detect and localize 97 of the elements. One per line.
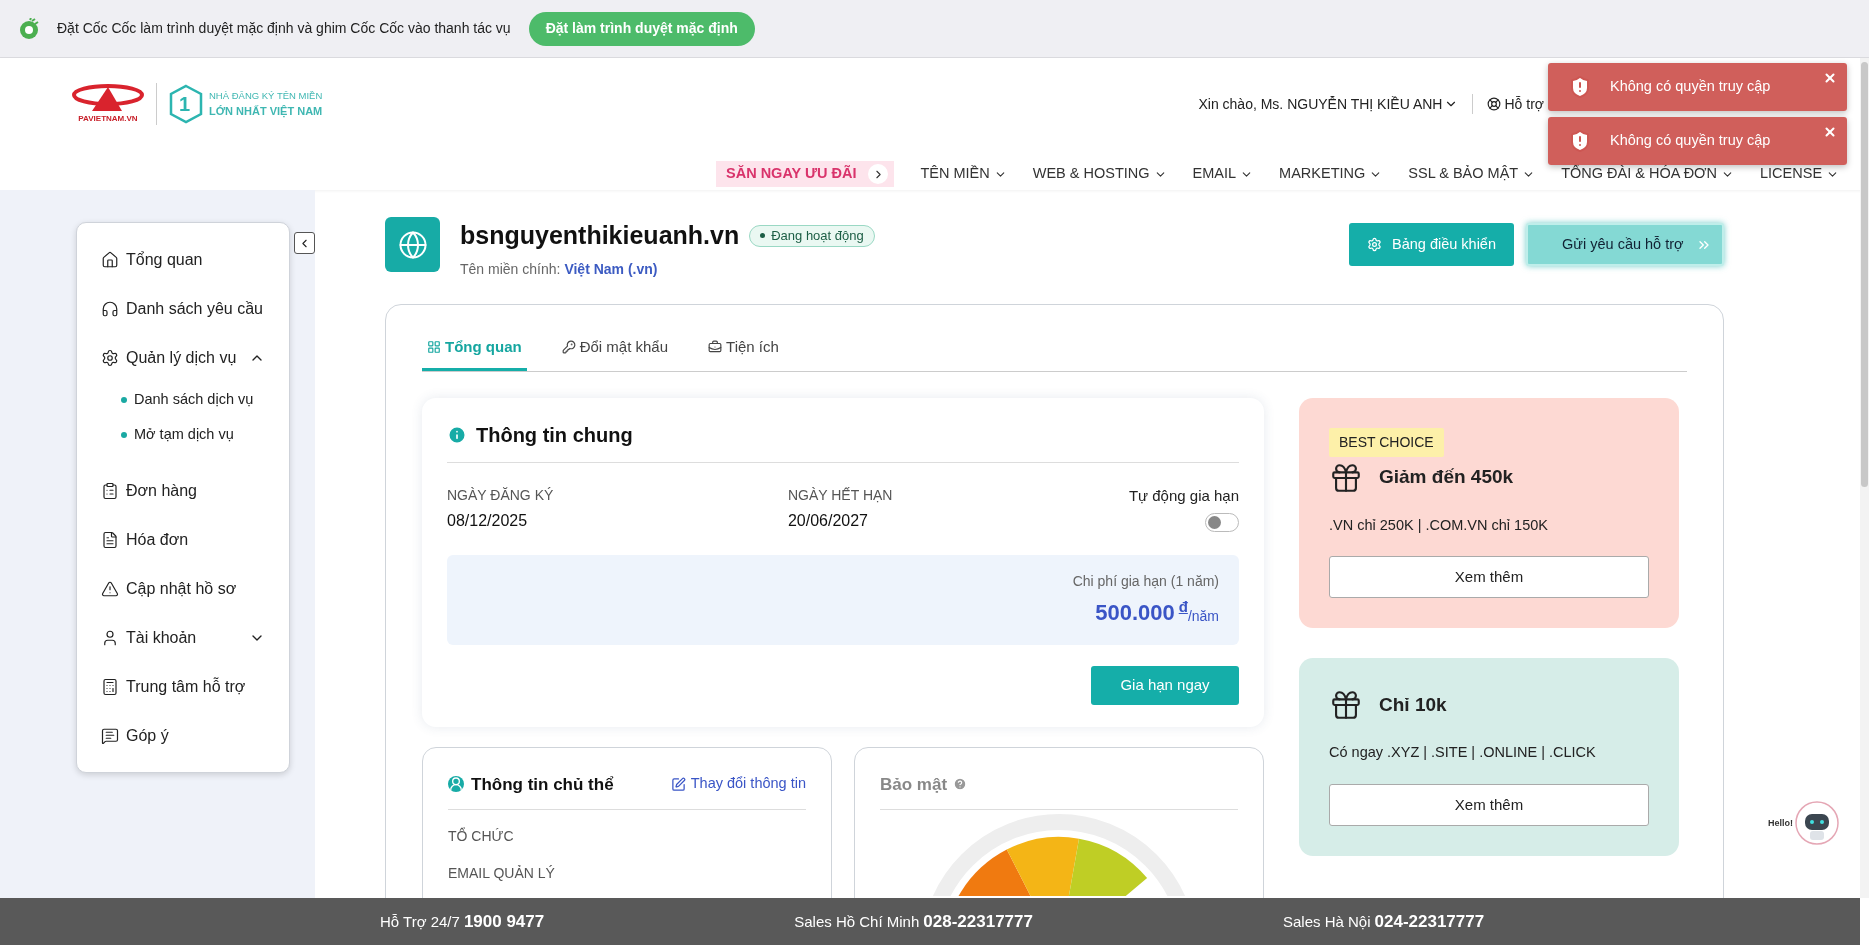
sidebar-item[interactable]: Đơn hàng <box>77 466 289 515</box>
shield-alert-icon <box>1568 129 1592 153</box>
subtitle-value: Việt Nam (.vn) <box>564 259 658 279</box>
collapse-button[interactable] <box>293 232 315 254</box>
close-icon[interactable] <box>1823 71 1837 85</box>
tab[interactable]: Đổi mật khẩu <box>556 326 674 371</box>
settings-icon <box>1367 237 1382 252</box>
document-icon <box>101 530 119 549</box>
see-more-button[interactable]: Xem thêm <box>1329 784 1649 826</box>
chatbot-label: Hello! <box>1768 817 1793 831</box>
auto-renew-switch[interactable] <box>1205 513 1239 532</box>
promo-description: Có ngay .XYZ | .SITE | .ONLINE | .CLICK <box>1329 743 1597 763</box>
shield-alert-icon <box>1568 75 1592 99</box>
banner-message: Đặt Cốc Cốc làm trình duyệt mặc định và ghim Cốc Cốc vào thanh tác vụ <box>57 19 511 38</box>
settings-icon <box>101 348 119 367</box>
sidebar-item[interactable]: Danh sách yêu cầu <box>77 284 289 333</box>
footer-phone: 028-22317777 <box>923 910 1033 933</box>
badge-number: 1 <box>179 92 192 117</box>
card-title: Thông tin chủ thể <box>471 773 614 796</box>
support-request-button[interactable]: Gửi yêu cầu hỗ trợ <box>1526 223 1724 266</box>
nav-menu[interactable]: WEB & HOSTING <box>1032 163 1167 185</box>
cost-label: Chi phí gia hạn (1 năm) <box>1072 571 1219 591</box>
toast-message: Không có quyền truy cập <box>1610 77 1771 97</box>
field-label: NGÀY HẾT HẠN <box>787 485 894 505</box>
promo-title: Chỉ 10k <box>1379 693 1447 717</box>
tagline-bottom: LỚN NHẤT VIỆT NAM <box>209 103 323 120</box>
support-icon <box>1487 97 1502 111</box>
card-title: Thông tin chung <box>476 422 633 448</box>
nav-menu[interactable]: TÊN MIỀN <box>920 163 1007 185</box>
briefcase-icon <box>708 340 723 354</box>
subtitle-label: Tên miền chính: <box>460 259 561 279</box>
cost-amount: 500.000 <box>1095 598 1175 627</box>
warning-icon <box>101 579 119 598</box>
headset-icon <box>101 299 119 318</box>
tagline-top: NHÀ ĐĂNG KÝ TÊN MIỀN <box>209 88 323 103</box>
footer-phone: 024-22317777 <box>1374 910 1485 933</box>
greeting-menu[interactable]: Xin chào, Ms. NGUYỄN THỊ KIỀU ANH <box>1198 93 1459 115</box>
best-choice-tag: BEST CHOICE <box>1329 427 1444 457</box>
robot-icon <box>1793 800 1841 848</box>
sidebar-item[interactable]: Tổng quan <box>77 235 289 284</box>
card-title: Bảo mật <box>880 773 948 796</box>
nav-menu[interactable]: TỔNG ĐÀI & HÓA ĐƠN <box>1561 163 1734 185</box>
auto-renew-label: Tự động gia hạn <box>1128 485 1239 506</box>
footer-label: Sales Hồ Chí Minh <box>794 911 920 932</box>
footer-phone: 1900 9477 <box>463 910 545 933</box>
sidebar-item[interactable]: Quản lý dịch vụ <box>77 333 289 382</box>
grid-icon <box>427 340 441 354</box>
keypad-icon <box>101 677 119 696</box>
see-more-button[interactable]: Xem thêm <box>1329 556 1649 599</box>
field-label: NGÀY ĐĂNG KÝ <box>447 485 555 505</box>
hexagon-badge-icon <box>169 84 203 124</box>
promo-title: Giảm đến 450k <box>1379 465 1514 490</box>
brand-name: PAVIETNAM.VN <box>78 113 138 125</box>
support-link[interactable]: Hỗ trợ <box>1504 93 1544 115</box>
user-icon <box>448 776 464 793</box>
browser-logo-icon <box>18 17 40 40</box>
clipboard-icon <box>101 481 119 500</box>
key-icon <box>561 340 576 354</box>
currency-symbol: đ <box>1178 596 1188 617</box>
sidebar-subitem[interactable]: Danh sách dịch vụ <box>77 382 289 417</box>
field-label: TỔ CHỨC <box>448 826 515 846</box>
chat-icon <box>101 726 119 745</box>
promo-description: .VN chỉ 250K | .COM.VN chỉ 150K <box>1329 515 1549 535</box>
brand-logo-icon <box>72 83 144 113</box>
chatbot-widget[interactable]: Hello! <box>1768 800 1841 848</box>
scrollbar[interactable] <box>1860 58 1869 898</box>
bullet-icon <box>121 431 127 438</box>
status-badge: Đang hoạt động <box>749 224 875 247</box>
globe-icon <box>397 229 428 260</box>
user-icon <box>101 628 119 647</box>
bullet-icon <box>121 396 127 403</box>
domain-name: bsnguyenthikieuanh.vn <box>460 220 740 251</box>
field-value: 08/12/2025 <box>447 510 529 531</box>
field-label: EMAIL QUẢN LÝ <box>448 864 556 883</box>
home-icon <box>101 250 119 269</box>
sidebar-item[interactable]: Hóa đơn <box>77 515 289 564</box>
field-value: 20/06/2027 <box>787 510 869 531</box>
sidebar-subitem[interactable]: Mở tạm dịch vụ <box>77 417 289 452</box>
nav-menu[interactable]: MARKETING <box>1279 163 1383 185</box>
info-icon <box>447 424 467 445</box>
sidebar-item[interactable]: Trung tâm hỗ trợ <box>77 662 289 711</box>
sidebar-item[interactable]: Góp ý <box>77 711 289 760</box>
nav-menu[interactable]: EMAIL <box>1192 163 1254 185</box>
toast-message: Không có quyền truy cập <box>1610 131 1771 151</box>
edit-icon <box>670 776 686 792</box>
footer-label: Hỗ Trợ 24/7 <box>380 911 460 932</box>
help-icon <box>953 777 968 792</box>
tab[interactable]: Tiện ích <box>703 326 784 371</box>
sidebar-item[interactable]: Cập nhật hồ sơ <box>77 564 289 613</box>
promo-nav-link[interactable]: SĂN NGAY ƯU ĐÃI <box>716 161 895 187</box>
nav-menu[interactable]: LICENSE <box>1760 163 1840 185</box>
sidebar-item[interactable]: Tài khoản <box>77 613 289 662</box>
footer-label: Sales Hà Nội <box>1283 911 1371 932</box>
edit-info-link[interactable]: Thay đổi thông tin <box>690 773 806 796</box>
nav-menu[interactable]: SSL & BẢO MẬT <box>1408 163 1536 185</box>
close-icon[interactable] <box>1823 125 1837 139</box>
cost-unit: /năm <box>1187 607 1219 626</box>
